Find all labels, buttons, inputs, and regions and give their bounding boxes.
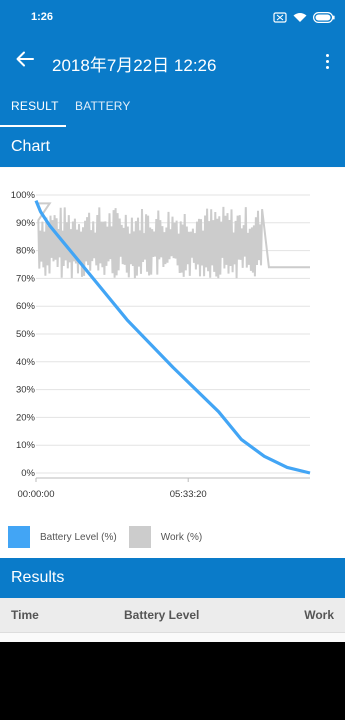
column-header-time: Time (11, 608, 39, 622)
page-title: 2018年7月22日 12:26 (52, 56, 217, 75)
work-series-line (36, 202, 310, 279)
status-time: 1:26 (31, 11, 54, 23)
legend-battery-swatch (8, 526, 30, 548)
legend-work: Work (%) (128, 526, 203, 548)
tab-result[interactable]: RESULT (0, 86, 66, 127)
more-vert-icon (325, 53, 329, 69)
battery-chart: 100% 90% 80% 70% 60% 50% 40% 30% 20% 10% 0% 00:00:0… (11, 190, 311, 500)
app-bar: 2018年7月22日 12:26 (0, 36, 345, 86)
status-icons (273, 10, 335, 28)
sim-off-icon (273, 10, 287, 28)
status-bar: 1:26 (0, 0, 345, 36)
legend-battery-label: Battery Level (%) (40, 531, 117, 543)
tab-result-label: RESULT (11, 99, 59, 113)
results-section-header: Results (0, 558, 345, 598)
x-tick-label: 05:33:20 (170, 489, 207, 500)
y-tick-label: 0% (21, 468, 35, 479)
y-tick-label: 50% (16, 329, 36, 340)
chart-card: 100% 90% 80% 70% 60% 50% 40% 30% 20% 10% 0% 00:00:0… (0, 168, 345, 558)
results-section-title: Results (11, 569, 65, 586)
arrow-left-icon (16, 51, 34, 72)
chart-section-header: Chart (0, 127, 345, 167)
table-row (0, 632, 345, 642)
chart-legend: Battery Level (%) Work (%) (8, 526, 202, 548)
legend-work-swatch (128, 526, 151, 548)
results-table-header: Time Battery Level Work (0, 598, 345, 632)
y-tick-label: 60% (16, 301, 36, 312)
tab-bar: RESULT BATTERY (0, 86, 345, 127)
column-header-battery-level: Battery Level (124, 608, 200, 622)
wifi-icon (293, 10, 307, 28)
y-tick-label: 80% (16, 246, 36, 257)
y-tick-label: 20% (16, 412, 36, 423)
x-tick-label: 00:00:00 (18, 489, 55, 500)
battery-icon (313, 10, 335, 28)
app-screen: 1:26 2018年7月22日 12:26 RESULT BATTERY Cha… (0, 0, 345, 642)
y-tick-label: 10% (16, 440, 36, 451)
y-tick-label: 30% (16, 385, 36, 396)
more-options-button[interactable] (319, 48, 335, 74)
chart-section-title: Chart (11, 138, 51, 155)
column-header-work: Work (304, 608, 334, 622)
y-tick-label: 70% (16, 273, 36, 284)
y-tick-label: 40% (16, 357, 36, 368)
tab-battery[interactable]: BATTERY (66, 86, 152, 127)
tab-battery-label: BATTERY (75, 99, 131, 113)
back-button[interactable] (12, 48, 38, 74)
y-tick-label: 100% (11, 190, 36, 201)
legend-battery-level: Battery Level (%) (8, 526, 117, 548)
y-tick-label: 90% (16, 218, 36, 229)
legend-work-label: Work (%) (160, 531, 203, 543)
